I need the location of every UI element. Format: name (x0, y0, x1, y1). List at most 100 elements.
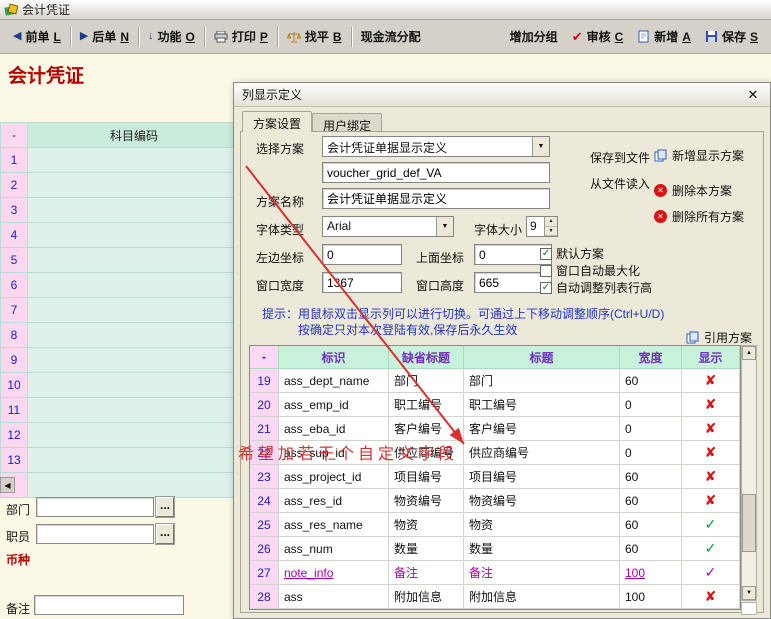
row-number[interactable]: 22 (250, 441, 279, 465)
delete-all-schemes-button[interactable]: ✕ 删除所有方案 (654, 208, 744, 225)
column-default-title[interactable]: 物资编号 (389, 489, 464, 513)
grid-row[interactable]: 2 (0, 173, 241, 198)
staff-input[interactable] (36, 524, 154, 544)
subject-code-cell[interactable] (28, 398, 241, 423)
row-number[interactable]: 2 (0, 173, 28, 198)
spin-down-icon[interactable]: ▼ (545, 227, 557, 237)
checkbox-icon[interactable]: ✓ (540, 248, 552, 260)
staff-picker-button[interactable]: ... (156, 524, 174, 544)
column-identifier[interactable]: ass_sup_id (279, 441, 389, 465)
column-identifier[interactable]: ass_num (279, 537, 389, 561)
visible-mark-icon[interactable]: ✓ (682, 513, 740, 537)
row-number[interactable]: 20 (250, 393, 279, 417)
table-row[interactable]: 20 ass_emp_id 职工编号 职工编号 0 ✘ (250, 393, 740, 417)
add-group-button[interactable]: 增加分组 (503, 25, 565, 48)
subject-code-cell[interactable] (28, 223, 241, 248)
column-width[interactable]: 0 (620, 441, 682, 465)
column-default-title[interactable]: 职工编号 (389, 393, 464, 417)
column-width[interactable]: 0 (620, 417, 682, 441)
column-width[interactable]: 0 (620, 393, 682, 417)
row-number[interactable]: 6 (0, 273, 28, 298)
table-row[interactable]: 23 ass_project_id 项目编号 项目编号 60 ✘ (250, 465, 740, 489)
dept-picker-button[interactable]: ... (156, 497, 174, 517)
row-number[interactable]: 4 (0, 223, 28, 248)
visible-mark-icon[interactable]: ✓ (682, 561, 740, 585)
font-size-stepper[interactable]: 9 ▲ ▼ (526, 216, 558, 237)
auto-row-height-checkbox[interactable]: ✓ 自动调整列表行高 (540, 279, 652, 296)
scrollbar-thumb[interactable] (742, 494, 756, 552)
column-identifier[interactable]: ass_emp_id (279, 393, 389, 417)
add-scheme-button[interactable]: 新增显示方案 (654, 147, 744, 164)
subject-code-cell[interactable] (28, 448, 241, 473)
checkbox-icon[interactable]: ✓ (540, 282, 552, 294)
table-row[interactable]: 24 ass_res_id 物资编号 物资编号 60 ✘ (250, 489, 740, 513)
row-number[interactable]: 26 (250, 537, 279, 561)
subject-code-cell[interactable] (28, 323, 241, 348)
column-default-title[interactable]: 备注 (389, 561, 464, 585)
row-number[interactable]: 10 (0, 373, 28, 398)
grid-row[interactable]: 1 (0, 148, 241, 173)
row-number[interactable]: 19 (250, 369, 279, 393)
grid-row[interactable]: 11 (0, 398, 241, 423)
column-width[interactable]: 60 (620, 369, 682, 393)
row-number[interactable]: 27 (250, 561, 279, 585)
checkbox-icon[interactable] (540, 265, 552, 277)
dept-input[interactable] (36, 497, 154, 517)
row-number[interactable]: 7 (0, 298, 28, 323)
column-title[interactable]: 数量 (464, 537, 620, 561)
subject-code-cell[interactable] (28, 298, 241, 323)
row-number[interactable]: 25 (250, 513, 279, 537)
functions-button[interactable]: ↓ 功能O (141, 25, 202, 48)
table-row[interactable]: 21 ass_eba_id 客户编号 客户编号 0 ✘ (250, 417, 740, 441)
visible-mark-icon[interactable]: ✘ (682, 489, 740, 513)
tab-scheme-settings[interactable]: 方案设置 (242, 111, 312, 132)
column-identifier[interactable]: note_info (279, 561, 389, 585)
column-title[interactable]: 备注 (464, 561, 620, 585)
column-title[interactable]: 项目编号 (464, 465, 620, 489)
left-coord-input[interactable] (322, 244, 402, 265)
close-icon[interactable]: ✕ (744, 86, 762, 104)
reference-scheme-button[interactable]: 引用方案 (686, 329, 752, 346)
row-number[interactable]: 11 (0, 398, 28, 423)
visible-mark-icon[interactable]: ✘ (682, 441, 740, 465)
column-default-title[interactable]: 附加信息 (389, 585, 464, 609)
save-button[interactable]: 保存S (698, 25, 765, 48)
cashflow-button[interactable]: 现金流分配 (354, 25, 428, 48)
column-default-title[interactable]: 物资 (389, 513, 464, 537)
grid-row[interactable]: 6 (0, 273, 241, 298)
grid-row[interactable]: 8 (0, 323, 241, 348)
grid-row[interactable]: 4 (0, 223, 241, 248)
save-to-file-button[interactable]: 保存到文件 (590, 149, 650, 166)
column-title[interactable]: 物资 (464, 513, 620, 537)
row-number[interactable]: 13 (0, 448, 28, 473)
column-identifier[interactable]: ass_eba_id (279, 417, 389, 441)
visible-mark-icon[interactable]: ✘ (682, 393, 740, 417)
scheme-code-input[interactable] (322, 162, 550, 183)
column-default-title[interactable]: 客户编号 (389, 417, 464, 441)
column-identifier[interactable]: ass_res_name (279, 513, 389, 537)
column-identifier[interactable]: ass_project_id (279, 465, 389, 489)
font-type-select[interactable]: Arial ▼ (322, 216, 454, 237)
column-identifier[interactable]: ass_dept_name (279, 369, 389, 393)
row-number[interactable]: 5 (0, 248, 28, 273)
visible-mark-icon[interactable]: ✘ (682, 585, 740, 609)
grid-row[interactable]: 13 (0, 448, 241, 473)
table-row[interactable]: 27 note_info 备注 备注 100 ✓ (250, 561, 740, 585)
column-title[interactable]: 附加信息 (464, 585, 620, 609)
row-number[interactable]: 12 (0, 423, 28, 448)
window-width-input[interactable] (322, 272, 402, 293)
read-from-file-button[interactable]: 从文件读入 (590, 175, 650, 192)
audit-button[interactable]: ✔ 审核C (565, 25, 631, 48)
subject-code-cell[interactable] (28, 198, 241, 223)
column-width[interactable]: 60 (620, 465, 682, 489)
column-default-title[interactable]: 供应商编号 (389, 441, 464, 465)
column-title[interactable]: 客户编号 (464, 417, 620, 441)
chevron-down-icon[interactable]: ▼ (436, 217, 453, 236)
row-number[interactable]: 8 (0, 323, 28, 348)
scroll-down-icon[interactable]: ▼ (742, 586, 756, 600)
column-width[interactable]: 60 (620, 489, 682, 513)
row-number[interactable]: 9 (0, 348, 28, 373)
grid-row[interactable]: 3 (0, 198, 241, 223)
subject-code-cell[interactable] (28, 173, 241, 198)
column-default-title[interactable]: 数量 (389, 537, 464, 561)
